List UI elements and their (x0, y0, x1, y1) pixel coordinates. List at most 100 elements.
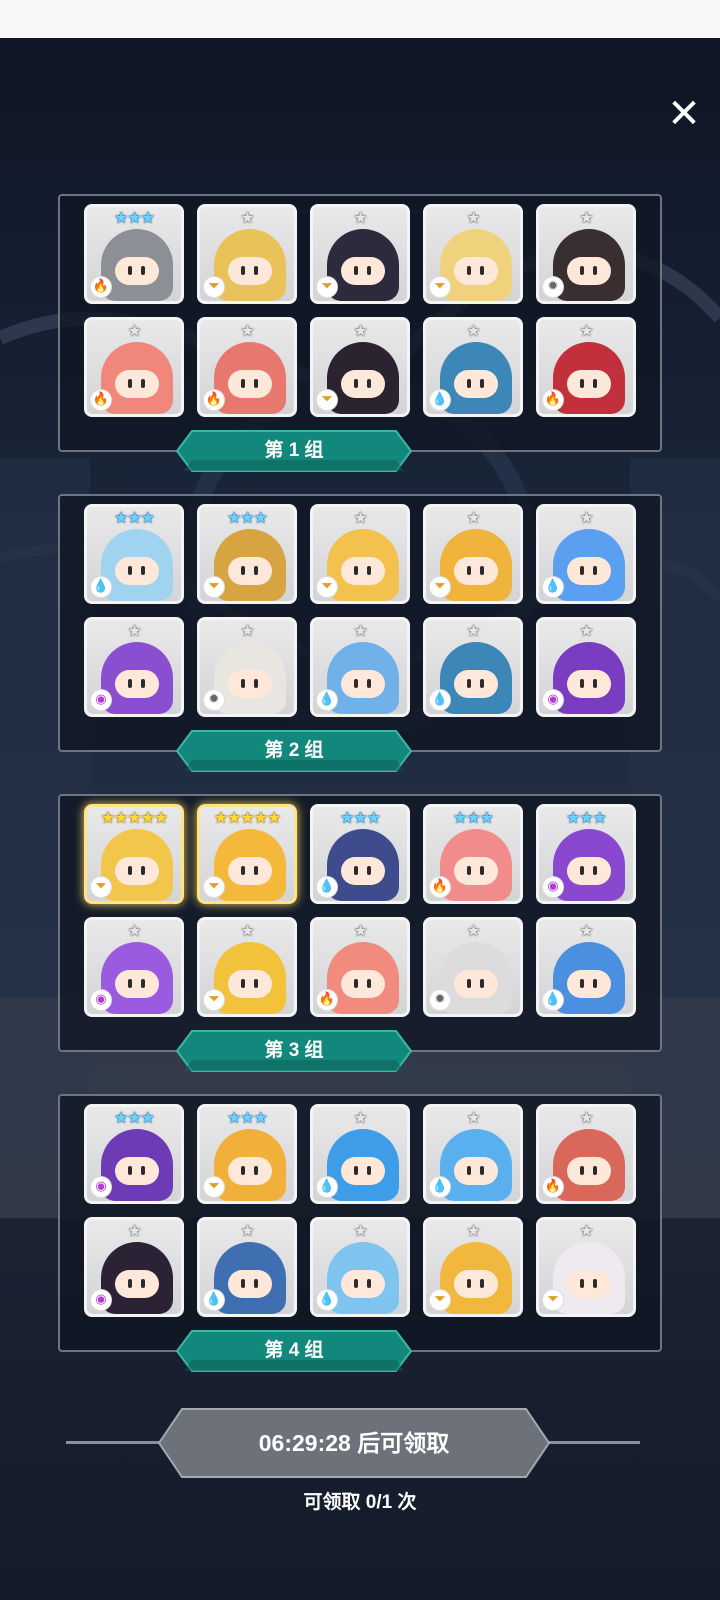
dark-element-icon: ◉ (543, 690, 563, 710)
hero-face (228, 970, 272, 998)
hero-card[interactable]: ★★★ 🔥 (423, 804, 523, 904)
hero-grid: ★★★ 💧 ★★★ ⏷ ★ ⏷ ★ ⏷ ★ 💧 ★ ◉ ★ ✹ ★ 💧 ★ 💧 ★ ◉ (84, 504, 636, 717)
hero-card[interactable]: ★ 🔥 (197, 317, 297, 417)
divider-left (66, 1441, 162, 1444)
dark-element-icon: ◉ (91, 990, 111, 1010)
hero-card[interactable]: ★ ✹ (423, 917, 523, 1017)
hero-card[interactable]: ★ 🔥 (536, 317, 636, 417)
hero-face (228, 857, 272, 885)
hero-card[interactable]: ★ ⏷ (310, 204, 410, 304)
hero-card[interactable]: ★ 💧 (423, 317, 523, 417)
hero-card[interactable]: ★ 🔥 (310, 917, 410, 1017)
hero-card[interactable]: ★ ⏷ (197, 917, 297, 1017)
hero-card[interactable]: ★ ◉ (84, 617, 184, 717)
star-rating: ★ (466, 621, 480, 640)
hero-card[interactable]: ★ 💧 (536, 504, 636, 604)
earth-element-icon: ⏷ (204, 990, 224, 1010)
group-label: 第 1 组 (176, 430, 412, 472)
hero-card[interactable]: ★ ⏷ (310, 317, 410, 417)
hero-card[interactable]: ★ 🔥 (536, 1104, 636, 1204)
group-label: 第 2 组 (176, 730, 412, 772)
star-rating: ★★★ (113, 508, 155, 527)
dark-element-icon: ◉ (91, 1290, 111, 1310)
hero-face (567, 1270, 611, 1298)
hero-card[interactable]: ★ ◉ (84, 917, 184, 1017)
hero-face (341, 1270, 385, 1298)
hero-card[interactable]: ★ ✹ (197, 617, 297, 717)
hero-card[interactable]: ★★★ 💧 (84, 504, 184, 604)
hero-card[interactable]: ★★★ 🔥 (84, 204, 184, 304)
star-rating: ★ (579, 621, 593, 640)
hero-card[interactable]: ★★★ ⏷ (197, 504, 297, 604)
hero-face (228, 670, 272, 698)
hero-face (454, 557, 498, 585)
hero-face (567, 557, 611, 585)
hero-face (567, 370, 611, 398)
star-rating: ★ (353, 508, 367, 527)
group-label-text: 第 1 组 (264, 440, 324, 461)
star-rating: ★ (353, 921, 367, 940)
hero-face (115, 1270, 159, 1298)
hero-face (228, 1157, 272, 1185)
star-rating: ★ (127, 921, 141, 940)
hero-card[interactable]: ★★★ ◉ (84, 1104, 184, 1204)
hero-card[interactable]: ★ 💧 (536, 917, 636, 1017)
hero-card[interactable]: ★ 💧 (197, 1217, 297, 1317)
hero-card[interactable]: ★★★ ⏷ (197, 1104, 297, 1204)
hero-card[interactable]: ★ ⏷ (536, 1217, 636, 1317)
hero-face (115, 857, 159, 885)
water-element-icon: 💧 (430, 1177, 450, 1197)
hero-card[interactable]: ★ ⏷ (197, 204, 297, 304)
hero-card[interactable]: ★★★ 💧 (310, 804, 410, 904)
hero-card[interactable]: ★★★★★ ⏷ (84, 804, 184, 904)
star-rating: ★★★ (339, 808, 381, 827)
hero-card[interactable]: ★ ⏷ (423, 1217, 523, 1317)
hero-card[interactable]: ★ 🔥 (84, 317, 184, 417)
claim-button[interactable]: 06:29:28 后可领取 (158, 1408, 550, 1478)
hero-card[interactable]: ★ 💧 (310, 617, 410, 717)
earth-element-icon: ⏷ (204, 577, 224, 597)
hero-grid: ★★★ 🔥 ★ ⏷ ★ ⏷ ★ ⏷ ★ ✹ ★ 🔥 ★ 🔥 ★ ⏷ ★ 💧 ★ 🔥 (84, 204, 636, 417)
hero-card[interactable]: ★ ✹ (536, 204, 636, 304)
hero-card[interactable]: ★ 💧 (423, 1104, 523, 1204)
hero-card[interactable]: ★★★★★ ⏷ (197, 804, 297, 904)
earth-element-icon: ⏷ (204, 877, 224, 897)
divider-right (546, 1441, 640, 1444)
hero-card[interactable]: ★ ⏷ (423, 204, 523, 304)
earth-element-icon: ⏷ (430, 1290, 450, 1310)
group-label: 第 4 组 (176, 1330, 412, 1372)
earth-element-icon: ⏷ (430, 577, 450, 597)
hero-face (115, 970, 159, 998)
hero-card[interactable]: ★ 💧 (310, 1217, 410, 1317)
star-rating: ★ (353, 621, 367, 640)
hero-card[interactable]: ★ ◉ (536, 617, 636, 717)
group-label-text: 第 3 组 (264, 1040, 324, 1061)
earth-element-icon: ⏷ (204, 1177, 224, 1197)
star-rating: ★ (353, 208, 367, 227)
star-rating: ★ (579, 921, 593, 940)
hero-card[interactable]: ★ ◉ (84, 1217, 184, 1317)
star-rating: ★★★ (113, 208, 155, 227)
claim-button-label: 06:29:28 后可领取 (258, 1430, 450, 1456)
water-element-icon: 💧 (543, 577, 563, 597)
close-button[interactable]: ✕ (666, 94, 702, 134)
star-rating: ★★★ (226, 1108, 268, 1127)
hero-card[interactable]: ★ 💧 (423, 617, 523, 717)
hero-card[interactable]: ★ 💧 (310, 1104, 410, 1204)
hero-card[interactable]: ★ ⏷ (310, 504, 410, 604)
water-element-icon: 💧 (317, 877, 337, 897)
star-rating: ★ (240, 208, 254, 227)
hero-card[interactable]: ★ ⏷ (423, 504, 523, 604)
hero-card[interactable]: ★★★ ◉ (536, 804, 636, 904)
hero-face (567, 670, 611, 698)
star-rating: ★ (240, 921, 254, 940)
hero-face (567, 857, 611, 885)
hero-face (228, 257, 272, 285)
earth-element-icon: ⏷ (430, 277, 450, 297)
star-rating: ★ (579, 1108, 593, 1127)
star-rating: ★ (240, 621, 254, 640)
water-element-icon: 💧 (317, 690, 337, 710)
earth-element-icon: ⏷ (204, 277, 224, 297)
dark-element-icon: ◉ (91, 1177, 111, 1197)
earth-element-icon: ⏷ (317, 390, 337, 410)
